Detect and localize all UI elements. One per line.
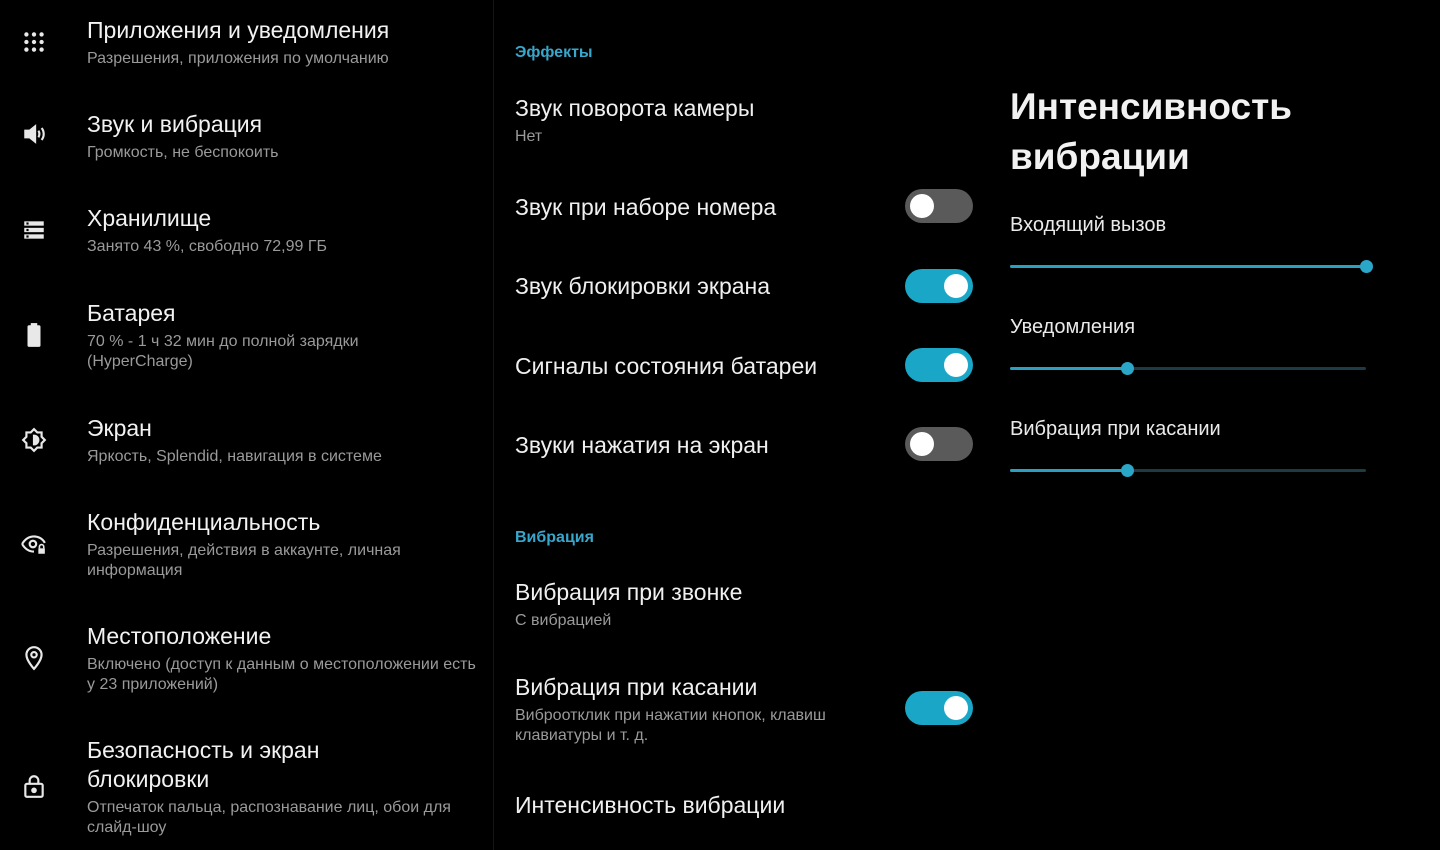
menu-title: Местоположение xyxy=(87,623,272,649)
menu-subtitle: Отпечаток пальца, распознавание лиц, обо… xyxy=(87,799,451,836)
lock-icon xyxy=(20,772,48,800)
row-value: Нет xyxy=(515,128,543,145)
brightness-icon xyxy=(20,426,48,454)
row-title: Звук поворота камеры xyxy=(515,95,755,121)
menu-title: Приложения и уведомления xyxy=(87,17,390,43)
storage-icon xyxy=(20,216,48,244)
slider-thumb[interactable] xyxy=(1121,464,1134,477)
menu-title: Хранилище xyxy=(87,205,212,231)
slider-label-notifications: Уведомления xyxy=(1010,316,1136,338)
slider-thumb[interactable] xyxy=(1360,260,1373,273)
row-subtitle: Виброотклик при нажатии кнопок, клавиш к… xyxy=(515,707,826,744)
apps-grid-icon xyxy=(20,28,48,56)
menu-item-privacy[interactable]: Конфиденциальность Разрешения, действия … xyxy=(0,506,493,606)
menu-item-apps[interactable]: Приложения и уведомления Разрешения, при… xyxy=(0,14,493,94)
lock-sound-toggle[interactable] xyxy=(905,269,973,303)
touch-vibration-slider[interactable] xyxy=(1010,463,1366,477)
panel-title: Интенсивность вибрации xyxy=(1010,86,1292,177)
menu-subtitle: Яркость, Splendid, навигация в системе xyxy=(87,448,382,465)
row-value: С вибрацией xyxy=(515,612,612,629)
toggle-knob xyxy=(910,432,934,456)
toggle-knob xyxy=(944,274,968,298)
toggle-knob xyxy=(944,696,968,720)
toggle-knob xyxy=(944,353,968,377)
row-title: Вибрация при звонке xyxy=(515,579,743,605)
toggle-knob xyxy=(910,194,934,218)
slider-label-incoming-call: Входящий вызов xyxy=(1010,214,1167,236)
dial-sound-toggle[interactable] xyxy=(905,189,973,223)
row-title: Звук блокировки экрана xyxy=(515,273,771,299)
menu-subtitle: 70 % - 1 ч 32 мин до полной зарядки (Hyp… xyxy=(87,333,359,370)
privacy-eye-icon xyxy=(20,530,48,558)
section-header-vibration: Вибрация xyxy=(515,529,594,546)
menu-item-sound[interactable]: Звук и вибрация Громкость, не беспокоить xyxy=(0,108,493,188)
settings-menu: Приложения и уведомления Разрешения, при… xyxy=(0,0,494,850)
row-title: Интенсивность вибрации xyxy=(515,792,786,818)
incoming-call-slider[interactable] xyxy=(1010,259,1373,273)
sound-settings-list: Эффекты Звук поворота камеры Нет Звук пр… xyxy=(495,0,995,850)
speaker-icon xyxy=(20,120,48,148)
section-header-effects: Эффекты xyxy=(515,44,593,61)
menu-item-display[interactable]: Экран Яркость, Splendid, навигация в сис… xyxy=(0,412,493,492)
menu-title: Безопасность и экран блокировки xyxy=(87,737,320,792)
menu-item-location[interactable]: Местоположение Включено (доступ к данным… xyxy=(0,620,493,720)
slider-fill xyxy=(1010,367,1127,370)
slider-thumb[interactable] xyxy=(1121,362,1134,375)
menu-subtitle: Занято 43 %, свободно 72,99 ГБ xyxy=(87,238,328,255)
row-title: Звуки нажатия на экран xyxy=(515,432,769,458)
menu-item-storage[interactable]: Хранилище Занято 43 %, свободно 72,99 ГБ xyxy=(0,202,493,282)
menu-title: Батарея xyxy=(87,300,176,326)
menu-item-security[interactable]: Безопасность и экран блокировки Отпечато… xyxy=(0,734,493,850)
row-title: Вибрация при касании xyxy=(515,674,758,700)
battery-icon xyxy=(20,321,48,349)
menu-subtitle: Включено (доступ к данным о местоположен… xyxy=(87,656,476,693)
location-pin-icon xyxy=(20,644,48,672)
menu-title: Звук и вибрация xyxy=(87,111,263,137)
menu-item-battery[interactable]: Батарея 70 % - 1 ч 32 мин до полной заря… xyxy=(0,297,493,397)
slider-fill xyxy=(1010,265,1366,268)
touch-vibration-toggle[interactable] xyxy=(905,691,973,725)
menu-subtitle: Разрешения, приложения по умолчанию xyxy=(87,50,389,67)
menu-subtitle: Громкость, не беспокоить xyxy=(87,144,279,161)
touch-sounds-toggle[interactable] xyxy=(905,427,973,461)
row-title: Сигналы состояния батареи xyxy=(515,353,818,379)
slider-fill xyxy=(1010,469,1127,472)
slider-label-touch-vibration: Вибрация при касании xyxy=(1010,418,1221,440)
notifications-slider[interactable] xyxy=(1010,361,1366,375)
menu-subtitle: Разрешения, действия в аккаунте, личная … xyxy=(87,542,401,579)
battery-signals-toggle[interactable] xyxy=(905,348,973,382)
settings-screen: Приложения и уведомления Разрешения, при… xyxy=(0,0,1440,850)
menu-title: Экран xyxy=(87,415,152,441)
menu-title: Конфиденциальность xyxy=(87,509,321,535)
vibration-intensity-panel: Интенсивность вибрации Входящий вызов Ув… xyxy=(1010,0,1430,850)
row-title: Звук при наборе номера xyxy=(515,194,777,220)
